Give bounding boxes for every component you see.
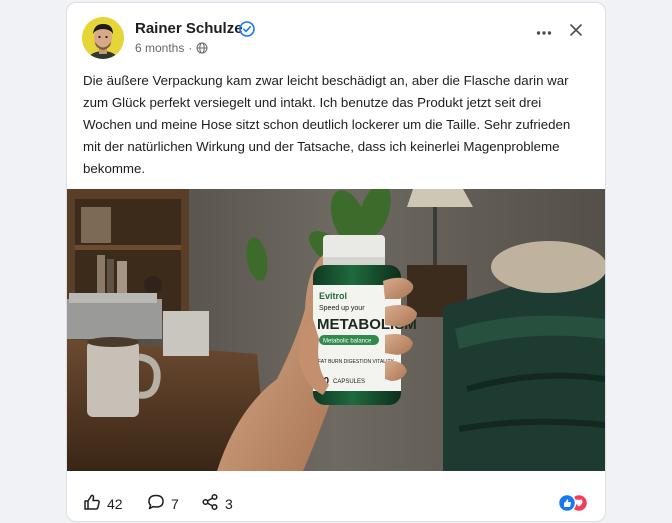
meta-separator: · — [188, 41, 193, 55]
comment-button[interactable]: 7 — [147, 493, 179, 514]
like-button[interactable]: 42 — [83, 493, 123, 514]
share-count: 3 — [225, 495, 233, 512]
more-horizontal-icon — [536, 23, 552, 41]
avatar[interactable] — [82, 17, 124, 59]
like-count: 42 — [107, 495, 123, 512]
svg-text:Metabolic balance: Metabolic balance — [323, 339, 372, 345]
close-icon — [570, 23, 582, 41]
post-text: Die äußere Verpackung kam zwar leicht be… — [83, 73, 571, 176]
comment-count: 7 — [171, 495, 179, 512]
close-button[interactable] — [563, 19, 589, 45]
svg-text:CAPSULES: CAPSULES — [333, 379, 365, 385]
reaction-summary[interactable] — [557, 493, 589, 513]
post-time[interactable]: 6 months — [135, 41, 184, 55]
svg-text:FAT BURN DIGESTION VITALIT: FAT BURN DIGESTION VITALITY — [318, 359, 395, 365]
globe-icon — [196, 42, 208, 54]
post-meta: 6 months · — [135, 41, 208, 55]
share-icon — [201, 493, 219, 514]
post-card: Rainer Schulze 6 months · Die äußere Ver… — [66, 2, 606, 522]
post-actions: 42 7 3 — [67, 479, 605, 521]
author-name[interactable]: Rainer Schulze — [135, 20, 243, 37]
comment-icon — [147, 493, 165, 514]
share-button[interactable]: 3 — [201, 493, 233, 514]
more-options-button[interactable] — [531, 19, 557, 45]
verified-badge-icon — [239, 21, 255, 37]
post-photo[interactable]: Evitrol Speed up your METABOLISM Metabol… — [67, 189, 605, 471]
svg-text:Speed up your: Speed up your — [319, 305, 365, 312]
svg-text:Evitrol: Evitrol — [319, 291, 347, 301]
post-header: Rainer Schulze 6 months · — [67, 3, 605, 69]
thumbs-up-icon — [83, 493, 101, 514]
